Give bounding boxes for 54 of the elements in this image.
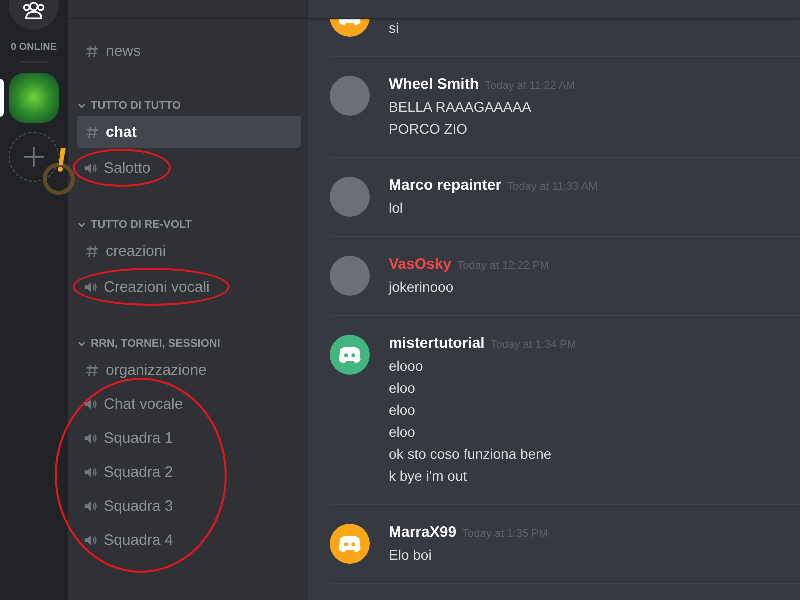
controller-face-icon <box>339 346 361 364</box>
username[interactable]: MarraX99 <box>389 524 457 541</box>
message-text: PORCO ZIO <box>389 120 469 139</box>
speaker-icon <box>83 160 98 176</box>
channel-item[interactable]: Squadra 3 <box>75 490 192 522</box>
message-text: si <box>389 19 400 38</box>
avatar[interactable] <box>330 524 370 564</box>
username[interactable]: Wheel Smith <box>389 76 480 93</box>
username[interactable]: mistertutorial <box>389 335 485 352</box>
message-text: eloo <box>389 379 416 398</box>
message-text: lol <box>389 199 404 218</box>
server-icon[interactable] <box>9 73 59 123</box>
message-text: k bye i'm out <box>389 467 468 486</box>
add-server-button[interactable] <box>9 132 59 182</box>
speaker-icon <box>83 430 98 446</box>
message-text: BELLA RAAAGAAAAA <box>389 98 532 117</box>
message-text: Elo boi <box>389 546 433 565</box>
online-count: 0 ONLINE <box>10 42 58 53</box>
message-text: eloo <box>389 401 416 420</box>
hash-icon <box>85 244 100 258</box>
channel-item[interactable]: creazioni <box>77 235 301 267</box>
caret-icon <box>77 220 87 230</box>
category-header[interactable]: RRN, TORNEI, SESSIONI <box>77 337 220 351</box>
hash-icon <box>85 44 100 58</box>
speaker-icon <box>83 396 98 412</box>
exclamation-icon <box>42 146 76 196</box>
caret-icon <box>77 101 87 111</box>
channel-item[interactable]: Creazioni vocali <box>75 271 218 303</box>
hash-icon <box>85 362 100 378</box>
speaker-icon <box>83 498 98 514</box>
message-text: elooo <box>389 357 424 376</box>
channel-item[interactable]: organizzazione <box>77 354 301 386</box>
speaker-icon <box>83 280 98 294</box>
channel-item[interactable]: Chat vocale <box>75 388 192 420</box>
message-text: jokerinooo <box>389 278 455 297</box>
hash-icon <box>85 124 100 140</box>
plus-icon <box>23 146 45 168</box>
controller-face-icon <box>339 535 361 553</box>
channel-item[interactable]: news <box>77 35 301 67</box>
channel-item[interactable]: Squadra 1 <box>75 422 192 454</box>
caret-icon <box>77 339 87 349</box>
message-text: ok sto coso funziona bene <box>389 445 553 464</box>
channel-item[interactable]: Salotto <box>75 152 159 184</box>
avatar[interactable] <box>330 335 370 375</box>
speaker-icon <box>83 532 98 548</box>
username[interactable]: VasOsky <box>389 256 452 273</box>
channel-item[interactable]: Squadra 4 <box>75 524 192 556</box>
message-text: eloo <box>389 423 416 442</box>
speaker-icon <box>83 464 98 480</box>
category-header[interactable]: TUTTO DI TUTTO <box>77 99 182 113</box>
channel-item[interactable]: chat <box>77 116 301 148</box>
username[interactable]: Marco repainter <box>389 177 502 194</box>
channel-item[interactable]: Squadra 2 <box>75 456 192 488</box>
category-header[interactable]: TUTTO DI RE-VOLT <box>77 218 192 232</box>
